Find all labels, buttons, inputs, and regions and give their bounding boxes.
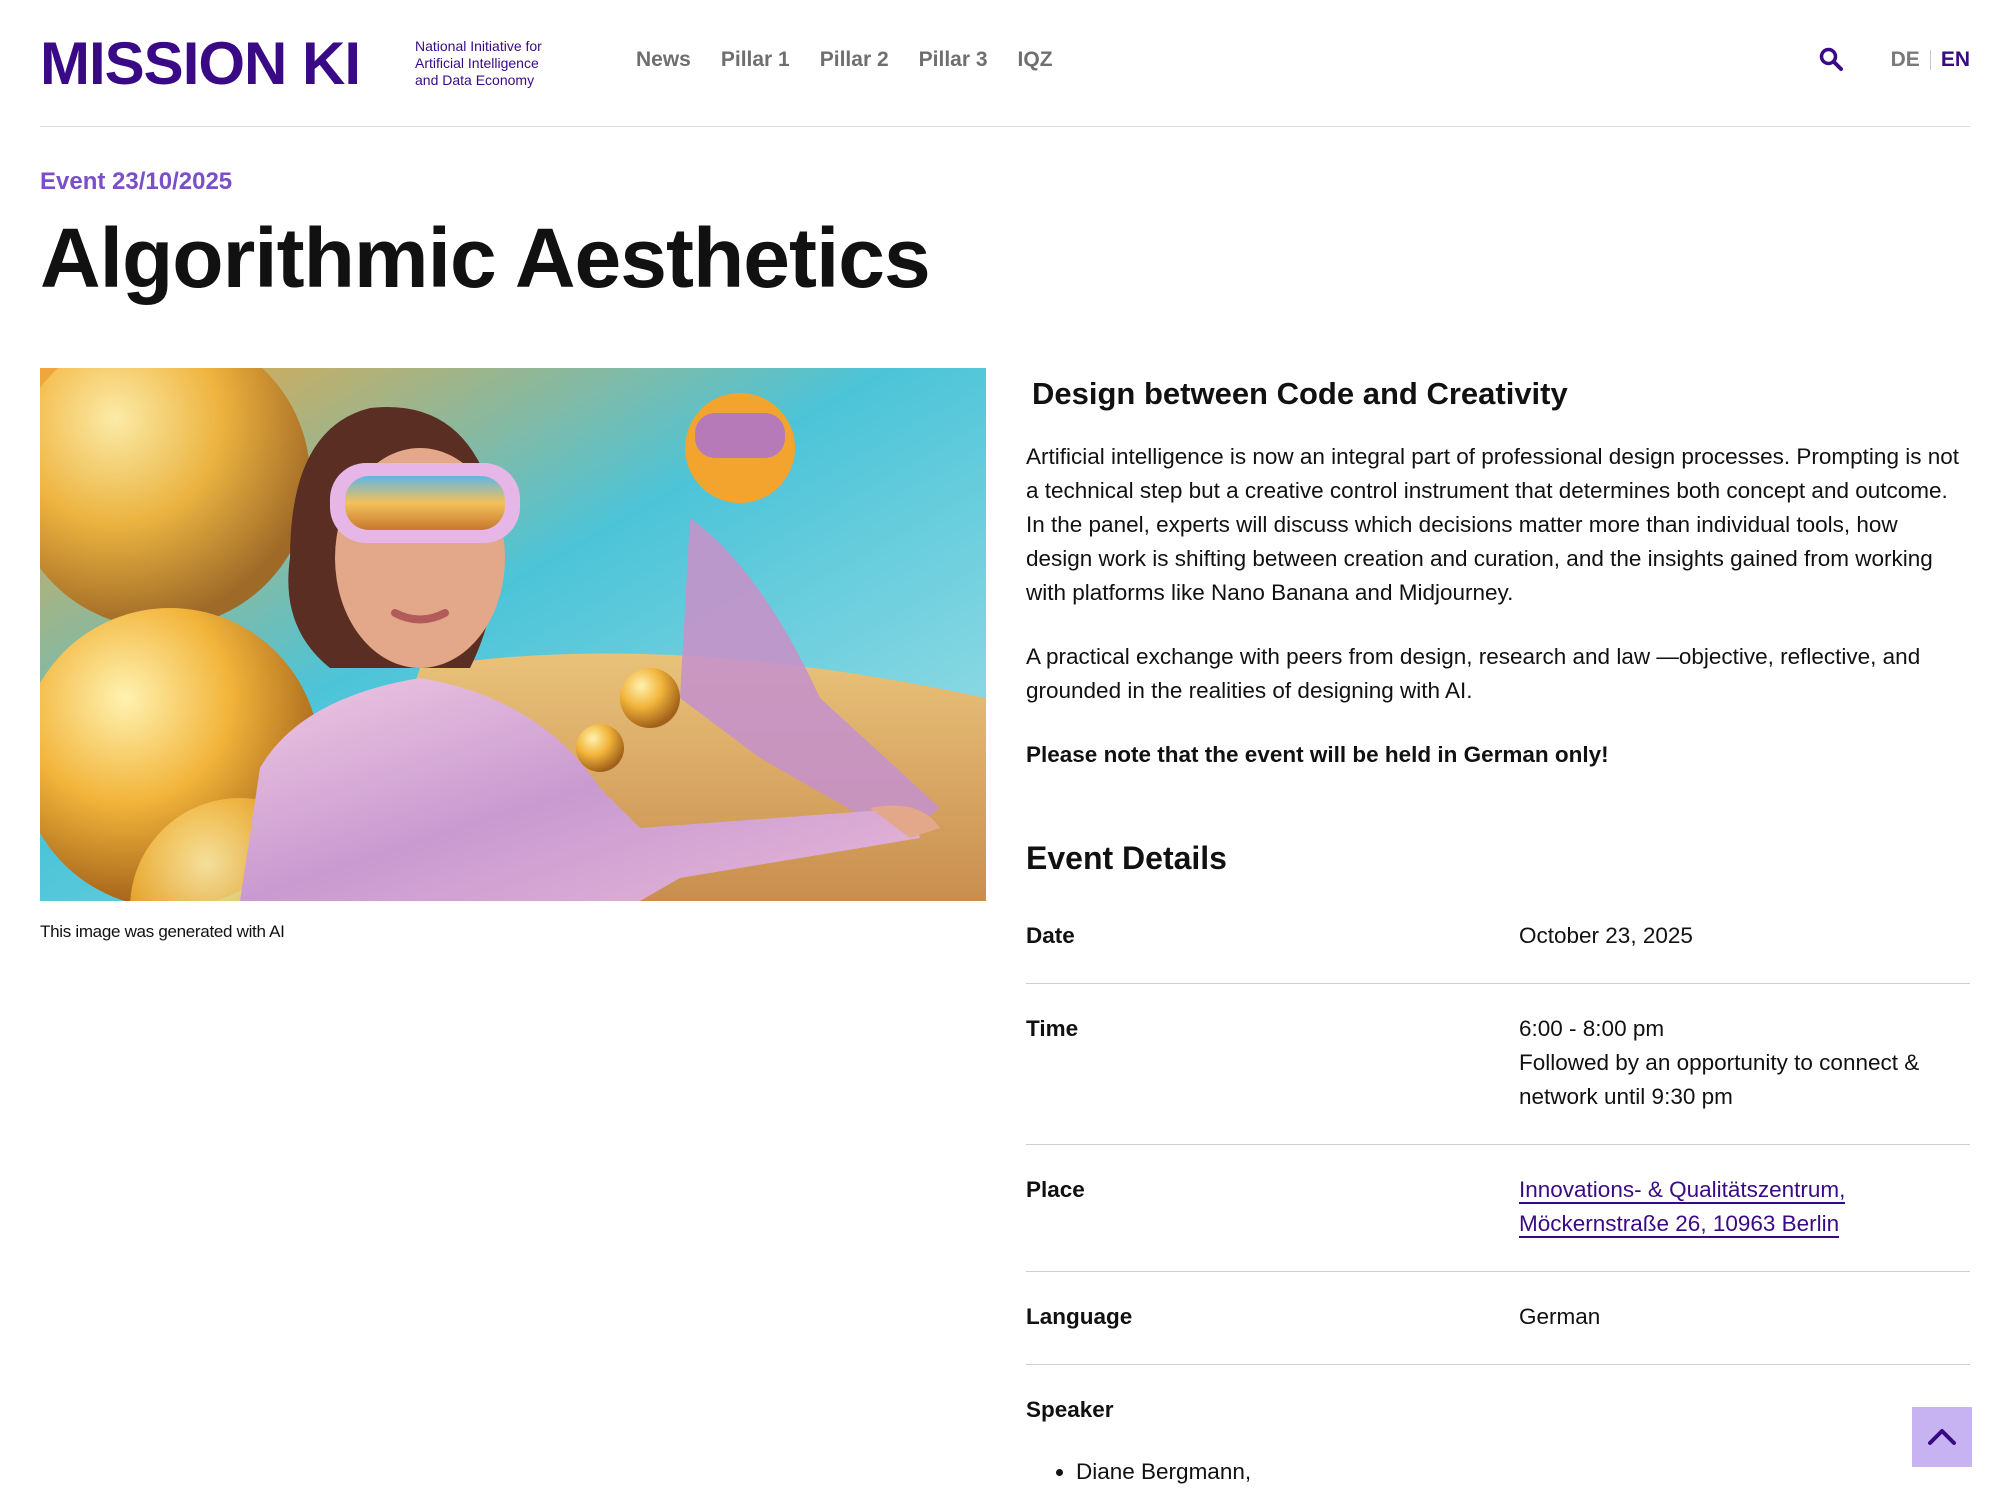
event-details-heading: Event Details <box>1026 840 1227 876</box>
detail-value: German <box>1519 1304 1601 1329</box>
detail-value: October 23, 2025 <box>1519 923 1693 948</box>
speaker-label: Speaker <box>1026 1397 1114 1422</box>
nav-pillar-3[interactable]: Pillar 3 <box>919 48 988 72</box>
time-value: 6:00 - 8:00 pm <box>1519 1016 1665 1041</box>
detail-row-language: Language German <box>1026 1272 1970 1365</box>
time-extra: Followed by an opportunity to connect & … <box>1519 1050 1920 1109</box>
lang-de[interactable]: DE <box>1891 48 1920 72</box>
description-paragraph: A practical exchange with peers from des… <box>1026 644 1921 703</box>
description-paragraph: Artificial intelligence is now an integr… <box>1026 444 1959 605</box>
search-icon[interactable] <box>1818 46 1848 76</box>
image-caption: This image was generated with AI <box>40 922 285 941</box>
logo-tagline: National Initiative for Artificial Intel… <box>415 38 542 88</box>
page-title: Algorithmic Aesthetics <box>40 211 931 305</box>
chevron-up-icon <box>1928 1429 1956 1445</box>
lang-divider <box>1929 50 1931 70</box>
detail-label: Time <box>1026 1016 1079 1041</box>
event-hero-image <box>40 368 986 901</box>
detail-row-time: Time 6:00 - 8:00 pm Followed by an oppor… <box>1026 984 1970 1145</box>
detail-value: Innovations- & Qualitätszentrum, Möckern… <box>1519 1173 1970 1241</box>
back-to-top-button[interactable] <box>1912 1407 1972 1467</box>
speaker-list: Diane Bergmann, <box>1026 1455 1970 1489</box>
site-logo[interactable]: MISSION KI <box>40 34 361 94</box>
nav-iqz[interactable]: IQZ <box>1018 48 1053 72</box>
nav-news[interactable]: News <box>636 48 691 72</box>
detail-label: Place <box>1026 1177 1085 1202</box>
event-subtitle: Design between Code and Creativity <box>1032 376 1568 411</box>
nav-pillar-2[interactable]: Pillar 2 <box>820 48 889 72</box>
detail-value: 6:00 - 8:00 pm Followed by an opportunit… <box>1519 1012 1970 1114</box>
detail-label: Language <box>1026 1304 1133 1329</box>
event-date-kicker: Event 23/10/2025 <box>40 168 233 195</box>
detail-row-place: Place Innovations- & Qualitätszentrum, M… <box>1026 1145 1970 1272</box>
place-link[interactable]: Möckernstraße 26, 10963 Berlin <box>1519 1211 1840 1238</box>
main-nav: News Pillar 1 Pillar 2 Pillar 3 IQZ <box>636 48 1053 72</box>
speaker-item: Diane Bergmann, <box>1076 1455 1970 1489</box>
lang-en[interactable]: EN <box>1941 48 1970 72</box>
site-header: MISSION KI National Initiative for Artif… <box>40 0 1970 127</box>
event-content: Design between Code and Creativity Artif… <box>1026 376 1970 1489</box>
language-note: Please note that the event will be held … <box>1026 742 1609 767</box>
nav-pillar-1[interactable]: Pillar 1 <box>721 48 790 72</box>
place-link[interactable]: Innovations- & Qualitätszentrum, <box>1519 1177 1846 1204</box>
detail-row-date: Date October 23, 2025 <box>1026 911 1970 984</box>
detail-label: Date <box>1026 923 1075 948</box>
language-switcher: DE EN <box>1891 48 1970 72</box>
